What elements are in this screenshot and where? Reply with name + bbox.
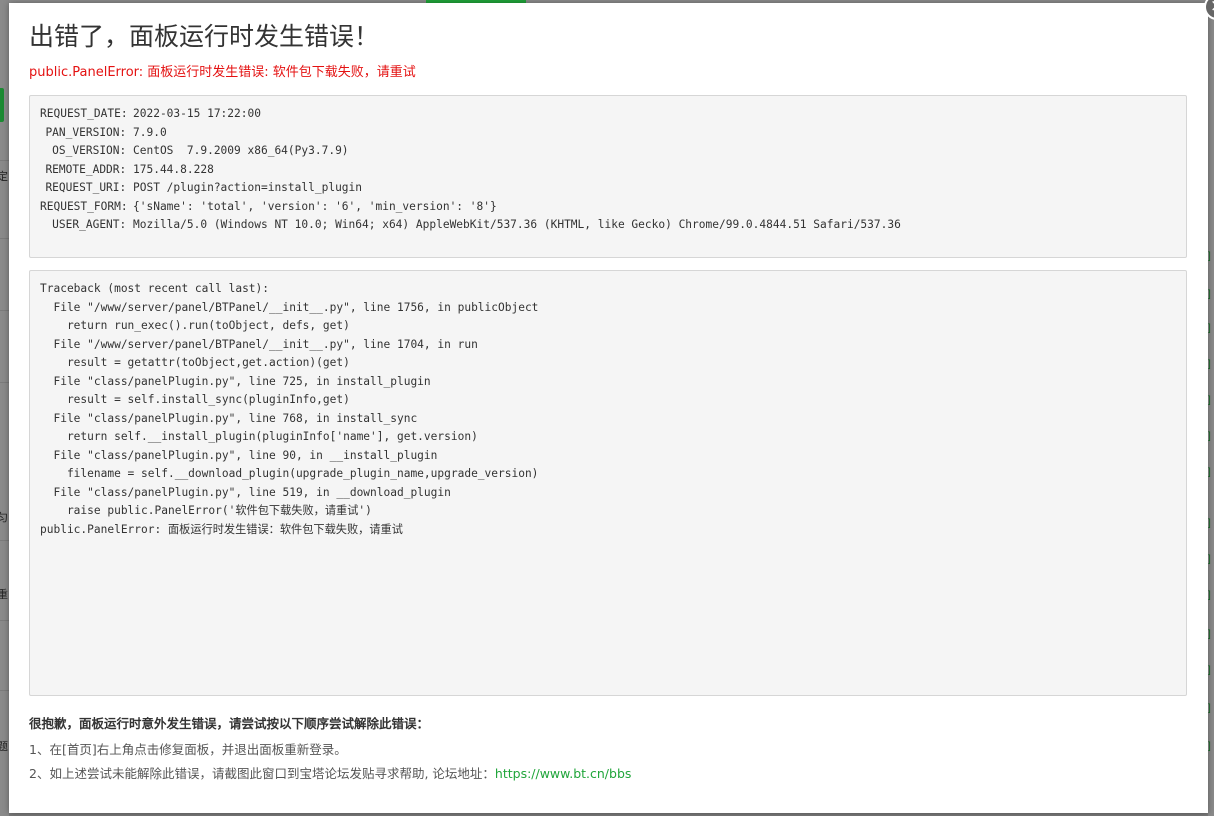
traceback-line: return self.__install_plugin(pluginInfo[…: [40, 430, 478, 443]
request-info-row: REMOTE_ADDR: 175.44.8.228: [40, 161, 1176, 180]
background-page-right-edge: ] ] ] ] ] ] ] ] ] ] ] ] ] ]: [1208, 0, 1214, 816]
request-info-key: PAN_VERSION:: [45, 125, 133, 139]
request-info-row: REQUEST_DATE: 2022-03-15 17:22:00: [40, 105, 1176, 124]
request-info-value: 175.44.8.228: [133, 162, 214, 176]
background-mark: ]: [1208, 289, 1211, 300]
request-info-value: {'sName': 'total', 'version': '6', 'min_…: [133, 199, 497, 213]
background-text: 定: [0, 171, 8, 183]
traceback-line: Traceback (most recent call last):: [40, 282, 270, 295]
background-green-button: [0, 88, 4, 122]
traceback-line: File "/www/server/panel/BTPanel/__init__…: [40, 300, 539, 314]
request-info-value: 7.9.0: [133, 125, 167, 139]
background-mark: ]: [1208, 323, 1211, 334]
traceback-line: File "class/panelPlugin.py", line 90, in…: [40, 448, 438, 462]
help-title: 很抱歉，面板运行时意外发生错误，请尝试按以下顺序尝试解除此错误：: [29, 716, 430, 731]
request-info-value: POST /plugin?action=install_plugin: [133, 181, 363, 194]
help-section: 很抱歉，面板运行时意外发生错误，请尝试按以下顺序尝试解除此错误： 1、在[首页]…: [29, 713, 1179, 786]
background-mark: ]: [1208, 703, 1211, 714]
request-info-list: REQUEST_DATE: 2022-03-15 17:22:00 PAN_VER…: [40, 105, 1176, 235]
background-mark: ]: [1208, 431, 1211, 442]
request-info-key: USER_AGENT:: [52, 218, 133, 231]
request-info-value: Mozilla/5.0 (Windows NT 10.0; Win64; x64…: [133, 218, 901, 231]
background-mark: ]: [1208, 518, 1211, 529]
background-text: 重: [0, 589, 8, 601]
dialog-title: 出错了，面板运行时发生错误！: [29, 22, 380, 51]
background-mark: ]: [1208, 395, 1211, 406]
request-info-row: PAN_VERSION: 7.9.0: [40, 124, 1176, 143]
background-divider: [0, 690, 9, 691]
background-divider: [0, 382, 9, 383]
traceback-panel[interactable]: Traceback (most recent call last): File …: [29, 270, 1187, 696]
traceback-text: Traceback (most recent call last): File …: [40, 280, 1176, 539]
request-info-row: USER_AGENT: Mozilla/5.0 (Windows NT 10.0…: [40, 216, 1176, 235]
request-info-value: 2022-03-15 17:22:00: [133, 107, 261, 120]
request-info-key: OS_VERSION:: [52, 144, 133, 157]
traceback-line: File "class/panelPlugin.py", line 725, i…: [40, 374, 431, 388]
background-page-left-edge: 定 t t 匀 重 题: [0, 0, 9, 816]
help-step-2: 2、如上述尝试未能解除此错误，请截图此窗口到宝塔论坛发贴寻求帮助, 论坛地址：h…: [29, 762, 1179, 786]
traceback-line: return run_exec().run(toObject, defs, ge…: [40, 319, 350, 332]
background-text: 匀: [0, 512, 8, 524]
background-divider: [0, 238, 9, 239]
request-info-row: REQUEST_FORM: {'sName': 'total', 'versio…: [40, 198, 1176, 217]
background-mark: ]: [1208, 359, 1211, 370]
request-info-key: REMOTE_ADDR:: [45, 162, 133, 176]
background-text: t: [0, 470, 9, 484]
request-info-panel[interactable]: REQUEST_DATE: 2022-03-15 17:22:00 PAN_VER…: [29, 95, 1187, 258]
error-summary: public.PanelError: 面板运行时发生错误: 软件包下载失败，请重…: [29, 65, 416, 80]
help-step-2-text: 2、如上述尝试未能解除此错误，请截图此窗口到宝塔论坛发贴寻求帮助, 论坛地址：: [29, 766, 495, 781]
background-mark: ]: [1208, 741, 1211, 752]
request-info-key: REQUEST_DATE:: [40, 107, 135, 120]
request-info-key: REQUEST_FORM:: [40, 199, 135, 213]
traceback-line: result = getattr(toObject,get.action)(ge…: [40, 356, 350, 369]
background-mark: ]: [1208, 467, 1211, 478]
error-dialog: × 出错了，面板运行时发生错误！ public.PanelError: 面板运行…: [9, 0, 1214, 813]
traceback-line: raise public.PanelError('软件包下载失败，请重试'): [40, 504, 372, 517]
traceback-line: result = self.install_sync(pluginInfo,ge…: [40, 393, 350, 406]
background-mark: ]: [1208, 629, 1211, 640]
help-step-1: 1、在[首页]右上角点击修复面板，并退出面板重新登录。: [29, 742, 347, 757]
background-text: t: [0, 433, 9, 447]
background-mark: ]: [1208, 665, 1211, 676]
background-text: 题: [0, 741, 8, 753]
request-info-row: REQUEST_URI: POST /plugin?action=install…: [40, 179, 1176, 198]
traceback-line: public.PanelError: 面板运行时发生错误：软件包下载失败，请重试: [40, 522, 403, 536]
traceback-line: filename = self.__download_plugin(upgrad…: [40, 467, 539, 480]
background-divider: [0, 620, 9, 621]
request-info-key: REQUEST_URI:: [45, 181, 133, 194]
request-info-value: CentOS 7.9.2009 x86_64(Py3.7.9): [133, 144, 349, 157]
background-divider: [0, 540, 9, 541]
traceback-line: File "class/panelPlugin.py", line 768, i…: [40, 411, 418, 425]
traceback-line: File "/www/server/panel/BTPanel/__init__…: [40, 337, 478, 351]
background-divider: [0, 160, 9, 161]
traceback-line: File "class/panelPlugin.py", line 519, i…: [40, 485, 451, 499]
request-info-row: OS_VERSION: CentOS 7.9.2009 x86_64(Py3.7…: [40, 142, 1176, 161]
close-button[interactable]: ×: [1204, 0, 1214, 20]
background-mark: ]: [1208, 590, 1211, 601]
background-mark: ]: [1208, 554, 1211, 565]
background-divider: [0, 310, 9, 311]
forum-link[interactable]: https://www.bt.cn/bbs: [495, 766, 632, 781]
background-mark: ]: [1208, 251, 1211, 262]
